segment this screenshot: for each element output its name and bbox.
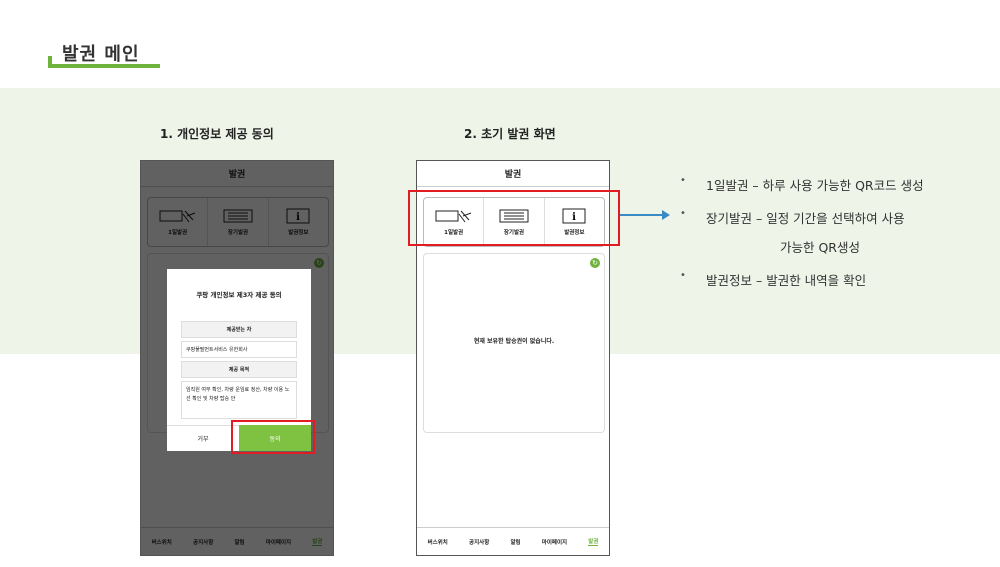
ticket-bar-highlight-box xyxy=(408,190,620,246)
purpose-header: 제공 목적 xyxy=(181,361,297,378)
page-title: 발권 메인 xyxy=(62,44,140,65)
step-2-label: 2. 초기 발권 화면 xyxy=(464,127,556,141)
arrow-connector xyxy=(620,214,664,216)
empty-ticket-message: 현재 보유한 탑승권이 없습니다. xyxy=(473,338,555,345)
phone-header: 발권 xyxy=(417,161,609,187)
tab-notice[interactable]: 공지사항 xyxy=(469,538,489,546)
recipient-header: 제공받는 자 xyxy=(181,321,297,338)
tab-mypage[interactable]: 마이페이지 xyxy=(542,538,567,546)
tab-bus-location[interactable]: 버스위치 xyxy=(428,538,448,546)
recipient-value: 쿠팡풀필먼트서비스 유한회사 xyxy=(181,341,297,358)
phone-consent-screen: 발권 1일발권 장기발권 i 발권정보 ↻ 버스위치 공지사항 알림 마이페이지… xyxy=(140,160,334,556)
page-title-block: 발권 메인 xyxy=(48,40,160,68)
bottom-tab-bar: 버스위치 공지사항 알림 마이페이지 발권 xyxy=(417,527,609,555)
purpose-value: 임직원 여부 확인, 차량 운임료 정산, 차량 이용 노선 확인 및 차량 탑… xyxy=(181,381,297,419)
description-item: 발권정보 – 발권한 내역을 확인 xyxy=(680,270,924,289)
refuse-button[interactable]: 거부 xyxy=(167,425,239,451)
consent-modal-title: 쿠팡 개인정보 제3자 제공 동의 xyxy=(196,291,282,299)
refresh-icon[interactable]: ↻ xyxy=(590,258,600,268)
description-item: 장기발권 – 일정 기간을 선택하여 사용 xyxy=(680,208,924,227)
tab-ticket[interactable]: 발권 xyxy=(588,537,599,546)
agree-highlight-box xyxy=(231,420,315,454)
ticket-content-card: ↻ 현재 보유한 탑승권이 없습니다. xyxy=(423,253,605,433)
title-underline xyxy=(48,64,160,68)
description-list: 1일발권 – 하루 사용 가능한 QR코드 생성 장기발권 – 일정 기간을 선… xyxy=(680,175,924,303)
description-continuation: 가능한 QR생성 xyxy=(780,240,860,255)
description-item: 1일발권 – 하루 사용 가능한 QR코드 생성 xyxy=(680,175,924,194)
tab-alert[interactable]: 알림 xyxy=(510,538,520,546)
step-1-label: 1. 개인정보 제공 동의 xyxy=(160,127,274,141)
arrow-head-icon xyxy=(662,210,670,220)
